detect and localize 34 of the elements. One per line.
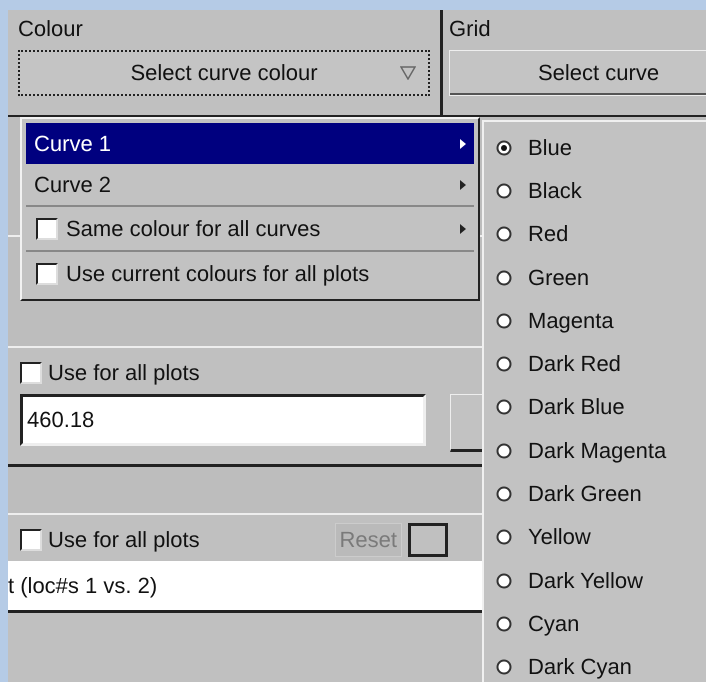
checkbox[interactable] [36, 218, 58, 240]
value-field[interactable]: 460.18 [20, 394, 426, 446]
text-field[interactable]: t (loc#s 1 vs. 2) [8, 561, 482, 613]
dropdown-button[interactable]: Select curve colour [18, 50, 430, 96]
radio-menu-item[interactable]: Dark Magenta [484, 429, 706, 472]
submenu-arrow-icon [460, 224, 466, 234]
radio-menu-item[interactable]: Red [484, 212, 706, 256]
checkbox-label: Use for all plots [48, 360, 200, 386]
checkbox-label: Use for all plots [48, 527, 200, 553]
menu-item[interactable]: Curve 1 [26, 123, 474, 164]
checkbox[interactable] [20, 362, 42, 384]
radio-menu-item[interactable]: Black [484, 169, 706, 213]
dropdown-button[interactable]: Select curve [449, 50, 706, 96]
section-label: Colour [18, 16, 84, 42]
submenu-arrow-icon [460, 138, 466, 148]
radio-menu-item[interactable]: Green [484, 256, 706, 300]
field-edge[interactable] [408, 523, 448, 557]
dropdown-triangle-icon [400, 66, 416, 80]
menu-item[interactable]: Same colour for all curves [26, 205, 474, 250]
submenu-arrow-icon [460, 180, 466, 190]
radio-menu-item[interactable]: Dark Yellow [484, 558, 706, 602]
radio-menu-item[interactable]: Magenta [484, 299, 706, 342]
radio-menu-item[interactable]: Dark Red [484, 342, 706, 386]
checkbox[interactable] [20, 529, 42, 551]
radio-menu-item[interactable]: Dark Cyan [484, 646, 706, 682]
checkbox[interactable] [36, 262, 58, 284]
radio-menu-item[interactable]: Cyan [484, 602, 706, 646]
radio-menu-item[interactable]: Yellow [484, 516, 706, 559]
radio-menu-item[interactable]: Blue [484, 126, 706, 170]
section-label: Grid [449, 16, 492, 42]
radio-menu-item[interactable]: Dark Blue [484, 386, 706, 430]
radio-menu-item[interactable]: Dark Green [484, 472, 706, 516]
menu-item[interactable]: Curve 2 [26, 164, 474, 205]
menu-item[interactable]: Use current colours for all plots [26, 250, 474, 295]
